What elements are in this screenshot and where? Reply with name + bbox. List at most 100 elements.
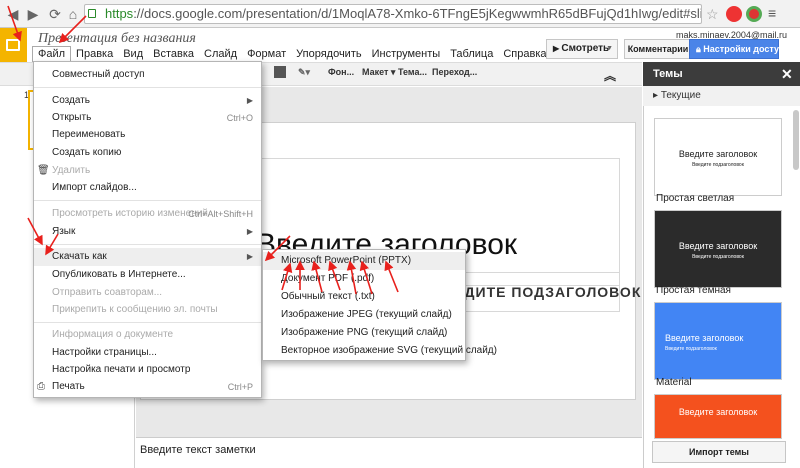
url-path: ://docs.google.com/presentation/d/1MoqlA… — [133, 6, 702, 21]
layout-button[interactable]: Макет ▾ — [362, 67, 395, 78]
menu-item-label: Язык — [52, 226, 76, 237]
menu-format[interactable]: Формат — [242, 46, 291, 62]
url-scheme: https — [105, 6, 134, 21]
download-pdf[interactable]: Документ PDF (.pdf) — [263, 270, 465, 288]
menu-bar: Файл Правка Вид Вставка Слайд Формат Упо… — [32, 46, 552, 62]
notes-placeholder: Введите текст заметки — [140, 444, 256, 456]
menu-file[interactable]: Файл — [32, 46, 72, 62]
menu-divider — [34, 200, 261, 201]
collapse-toolbar-icon[interactable]: ︽ — [604, 67, 616, 84]
menu-item-label: Настройки страницы... — [52, 347, 157, 358]
present-button[interactable]: ▶ Смотреть ▼ — [546, 39, 618, 59]
menu-slide[interactable]: Слайд — [199, 46, 242, 62]
share-button[interactable]: 🔒︎ Настройки доступа — [689, 39, 789, 59]
menu-item-make-copy[interactable]: Создать копию — [34, 144, 261, 162]
menu-item-open[interactable]: Открыть Ctrl+O — [34, 109, 261, 127]
menu-item-document-info: Информация о документе — [34, 326, 261, 344]
document-title[interactable]: Презентация без названия — [38, 31, 196, 47]
menu-item-shortcut: Ctrl+O — [226, 113, 253, 123]
download-jpeg[interactable]: Изображение JPEG (текущий слайд) — [263, 306, 465, 324]
menu-item-language[interactable]: Язык ▶ — [34, 223, 261, 241]
menu-item-label: Опубликовать в Интернете... — [52, 269, 186, 280]
menu-insert[interactable]: Вставка — [148, 46, 199, 62]
menu-item-rename[interactable]: Переименовать — [34, 126, 261, 144]
layout-label: Макет — [362, 67, 389, 77]
menu-view[interactable]: Вид — [118, 46, 148, 62]
menu-item-email-attachment: Прикрепить к сообщению эл. почты — [34, 301, 261, 319]
menu-item-label: Импорт слайдов... — [52, 182, 137, 193]
menu-item-download-as[interactable]: Скачать как ▶ — [34, 248, 261, 266]
extension-icon[interactable] — [746, 6, 762, 22]
import-theme-button[interactable]: Импорт темы — [652, 441, 786, 463]
menu-arrange[interactable]: Упорядочить — [291, 46, 366, 62]
slides-logo-icon[interactable] — [0, 28, 27, 63]
menu-item-page-setup[interactable]: Настройки страницы... — [34, 344, 261, 362]
lock-icon — [88, 9, 96, 18]
menu-item-label: Скачать как — [52, 251, 107, 262]
themes-scrollbar[interactable] — [793, 110, 799, 170]
current-themes-section[interactable]: ▸ Текущие — [643, 86, 800, 106]
menu-item-label: Настройка печати и просмотр — [52, 364, 191, 375]
theme-simple-light[interactable]: Введите заголовок Введите подзаголовок — [654, 118, 782, 196]
menu-table[interactable]: Таблица — [445, 46, 498, 62]
file-menu: Совместный доступ Создать ▶ Открыть Ctrl+O… — [33, 61, 262, 398]
address-bar[interactable]: https://docs.google.com/presentation/d/1… — [84, 4, 702, 24]
theme-button[interactable]: Тема... — [398, 67, 427, 77]
download-txt[interactable]: Обычный текст (.txt) — [263, 288, 465, 306]
submenu-arrow-icon: ▶ — [246, 96, 253, 105]
menu-item-email-collaborators: Отправить соавторам... — [34, 284, 261, 302]
speaker-notes[interactable]: Введите текст заметки — [136, 437, 642, 468]
theme-preview-title: Введите заголовок — [678, 407, 758, 417]
menu-item-revision-history: Просмотреть историю изменений Ctrl+Alt+Sh… — [34, 205, 261, 223]
menu-item-label: Прикрепить к сообщению эл. почты — [52, 304, 218, 315]
menu-edit[interactable]: Правка — [71, 46, 118, 62]
chevron-down-icon[interactable]: ▼ — [606, 40, 613, 58]
download-png[interactable]: Изображение PNG (текущий слайд) — [263, 324, 465, 342]
menu-item-print-preview[interactable]: Настройка печати и просмотр — [34, 361, 261, 379]
background-button[interactable]: Фон... — [328, 67, 354, 77]
menu-item-import-slides[interactable]: Импорт слайдов... — [34, 179, 261, 197]
star-icon[interactable]: ☆ — [706, 6, 719, 23]
home-icon[interactable]: ⌂ — [64, 5, 82, 23]
transition-button[interactable]: Переход... — [432, 67, 477, 77]
menu-item-publish[interactable]: Опубликовать в Интернете... — [34, 266, 261, 284]
theme-preview-title: Введите заголовок — [678, 149, 758, 159]
theme-preview-subtitle: Введите подзаголовок — [692, 254, 744, 260]
theme-material[interactable]: Введите заголовок Введите подзаголовок — [654, 302, 782, 380]
comments-button[interactable]: Комментарии — [624, 39, 692, 59]
comment-icon[interactable] — [274, 66, 286, 78]
menu-item-label: Информация о документе — [52, 329, 174, 340]
themes-panel-title: Темы — [643, 62, 800, 86]
menu-item-print[interactable]: ⎙ Печать Ctrl+P — [34, 378, 261, 396]
menu-divider — [34, 322, 261, 323]
menu-item-delete: 🗑︎ Удалить — [34, 162, 261, 180]
present-button-label: Смотреть — [561, 43, 610, 54]
download-pptx[interactable]: Microsoft PowerPoint (PPTX) — [263, 252, 465, 270]
menu-item-share[interactable]: Совместный доступ — [34, 66, 261, 84]
menu-help[interactable]: Справка — [498, 46, 551, 62]
browser-menu-icon[interactable]: ≡ — [768, 5, 776, 21]
menu-item-label: Просмотреть историю изменений — [52, 208, 208, 219]
menu-item-label: Переименовать — [52, 129, 126, 140]
pen-icon[interactable]: ✎▾ — [298, 67, 310, 78]
menu-tools[interactable]: Инструменты — [367, 46, 446, 62]
close-icon[interactable]: ✕ — [781, 66, 793, 83]
reload-icon[interactable]: ⟳ — [46, 5, 64, 23]
adblock-icon[interactable] — [726, 6, 742, 22]
theme-preview-title: Введите заголовок — [665, 333, 744, 343]
menu-divider — [34, 244, 261, 245]
download-svg[interactable]: Векторное изображение SVG (текущий слайд… — [263, 342, 497, 360]
printer-icon: ⎙ — [37, 381, 45, 392]
menu-item-label: Отправить соавторам... — [52, 287, 163, 298]
menu-item-label: Удалить — [52, 165, 91, 176]
theme-preview-subtitle: Введите подзаголовок — [692, 162, 744, 168]
theme-simple-dark[interactable]: Введите заголовок Введите подзаголовок — [654, 210, 782, 288]
theme-name: Простая темная — [656, 285, 731, 296]
trash-icon: 🗑︎ — [37, 165, 50, 176]
download-as-submenu: Microsoft PowerPoint (PPTX) Документ PDF… — [262, 249, 497, 361]
menu-item-new[interactable]: Создать ▶ — [34, 92, 261, 110]
menu-divider — [34, 87, 261, 88]
forward-arrow-icon[interactable]: ▶ — [24, 5, 42, 23]
back-arrow-icon[interactable]: ◀ — [4, 5, 22, 23]
theme-orange[interactable]: Введите заголовок — [654, 394, 782, 439]
